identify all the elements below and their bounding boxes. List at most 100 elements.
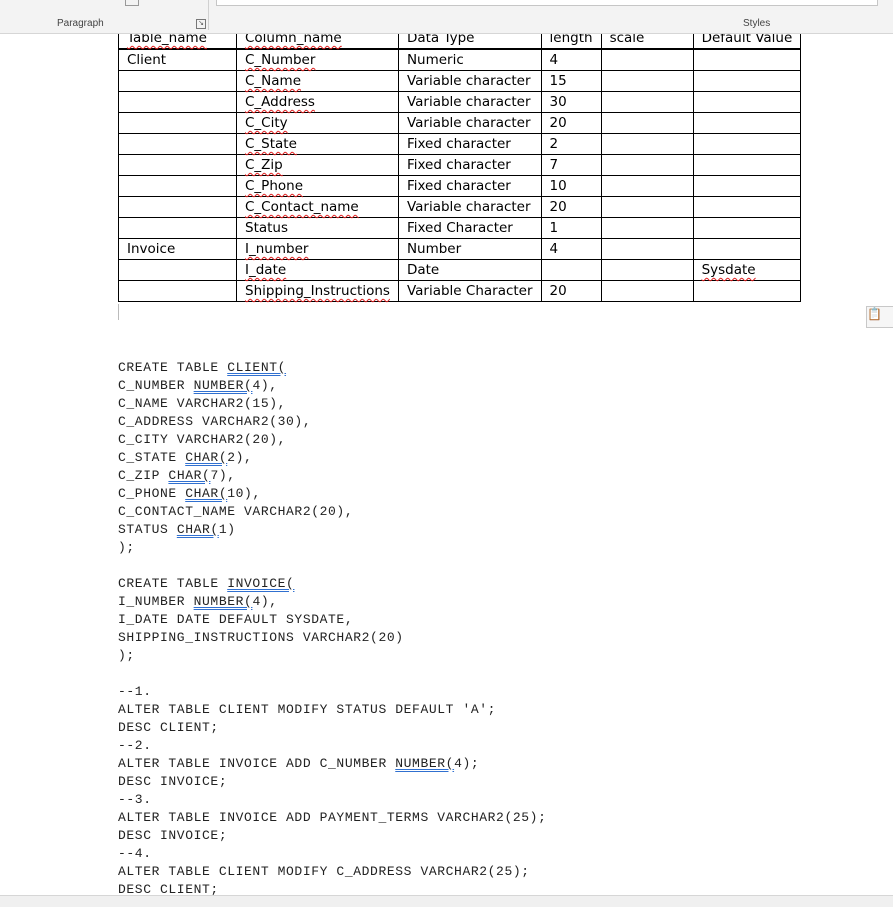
- styles-gallery[interactable]: [216, 0, 878, 6]
- table-cell[interactable]: [600, 238, 694, 260]
- table-cell[interactable]: Variable character: [397, 112, 542, 134]
- table-cell[interactable]: [692, 112, 802, 134]
- table-cell[interactable]: [118, 91, 237, 113]
- table-cell[interactable]: Number: [397, 238, 542, 260]
- table-cell[interactable]: [692, 133, 802, 155]
- table-cell[interactable]: [600, 70, 694, 92]
- table-cell[interactable]: Sysdate: [692, 259, 802, 281]
- table-cell[interactable]: [692, 238, 802, 260]
- table-cell[interactable]: 2: [540, 133, 602, 155]
- table-cell[interactable]: I_number: [236, 238, 399, 260]
- table-cell[interactable]: Variable character: [397, 70, 542, 92]
- table-cell[interactable]: [118, 154, 237, 176]
- table-cell[interactable]: [600, 217, 694, 239]
- table-cell[interactable]: 4: [540, 238, 602, 260]
- table-cell[interactable]: 1: [540, 217, 602, 239]
- table-cell[interactable]: C_Phone: [236, 175, 399, 197]
- code-token: DESC INVOICE;: [118, 774, 228, 789]
- table-cell[interactable]: [600, 280, 694, 302]
- table-cell[interactable]: [118, 196, 237, 218]
- table-end-marker: [118, 304, 119, 320]
- table-cell[interactable]: C_Address: [236, 91, 399, 113]
- cell-text: Numeric: [406, 52, 464, 68]
- ribbon: Paragraph ↘ Styles: [0, 0, 893, 34]
- cell-text: Fixed character: [406, 157, 511, 173]
- table-cell[interactable]: [600, 91, 694, 113]
- table-cell[interactable]: 15: [540, 70, 602, 92]
- table-cell[interactable]: Fixed Character: [397, 217, 542, 239]
- table-cell[interactable]: 7: [540, 154, 602, 176]
- table-cell[interactable]: Numeric: [397, 48, 542, 71]
- table-cell[interactable]: C_Number: [236, 48, 399, 71]
- table-cell[interactable]: 20: [540, 280, 602, 302]
- table-cell[interactable]: Invoice: [118, 238, 237, 260]
- table-cell[interactable]: [692, 280, 802, 302]
- table-cell[interactable]: [692, 48, 802, 71]
- table-cell[interactable]: [118, 175, 237, 197]
- cell-text: 10: [549, 178, 567, 194]
- code-token: 4),: [252, 594, 278, 609]
- table-cell[interactable]: Fixed character: [397, 133, 542, 155]
- paste-options-icon[interactable]: 📋: [866, 306, 893, 328]
- code-token: ALTER TABLE CLIENT MODIFY C_ADDRESS VARC…: [118, 864, 530, 879]
- cell-text: 2: [549, 136, 559, 152]
- code-token: DESC CLIENT;: [118, 720, 219, 735]
- table-cell[interactable]: 30: [540, 91, 602, 113]
- table-cell[interactable]: C_State: [236, 133, 399, 155]
- table-cell[interactable]: Fixed character: [397, 175, 542, 197]
- code-token: CHAR(: [185, 450, 228, 465]
- table-cell[interactable]: [540, 259, 602, 281]
- table-cell[interactable]: [692, 175, 802, 197]
- code-token: 4),: [252, 378, 278, 393]
- table-cell[interactable]: [600, 48, 694, 71]
- table-cell[interactable]: [692, 196, 802, 218]
- table-cell[interactable]: [118, 112, 237, 134]
- table-cell[interactable]: [118, 70, 237, 92]
- table-cell[interactable]: C_Contact_name: [236, 196, 399, 218]
- table-cell[interactable]: C_Name: [236, 70, 399, 92]
- code-token: 1): [218, 522, 236, 537]
- paragraph-dialog-launcher-icon[interactable]: ↘: [196, 19, 206, 29]
- table-cell[interactable]: [118, 217, 237, 239]
- code-line: C_NUMBER NUMBER(4),: [118, 377, 546, 395]
- table-cell[interactable]: [118, 280, 237, 302]
- table-cell[interactable]: 20: [540, 196, 602, 218]
- table-cell[interactable]: I_date: [236, 259, 399, 281]
- table-cell[interactable]: Variable character: [397, 91, 542, 113]
- table-cell[interactable]: [118, 259, 237, 281]
- table-cell[interactable]: [600, 175, 694, 197]
- table-cell[interactable]: C_City: [236, 112, 399, 134]
- table-cell[interactable]: Shipping_Instructions: [236, 280, 399, 302]
- table-cell[interactable]: [600, 112, 694, 134]
- table-cell[interactable]: Fixed character: [397, 154, 542, 176]
- code-token: C_CITY VARCHAR2(20),: [118, 432, 287, 447]
- table-cell[interactable]: Status: [236, 217, 399, 239]
- code-line: );: [118, 647, 546, 665]
- table-cell[interactable]: [600, 259, 694, 281]
- cell-text: Shipping_Instructions: [245, 283, 390, 299]
- table-cell[interactable]: [118, 133, 237, 155]
- table-cell[interactable]: 4: [540, 48, 602, 71]
- table-cell[interactable]: [692, 91, 802, 113]
- ribbon-button[interactable]: [125, 0, 139, 6]
- table-cell[interactable]: Client: [118, 48, 237, 71]
- table-cell[interactable]: [600, 196, 694, 218]
- cell-text: 20: [549, 199, 567, 215]
- table-cell[interactable]: Variable character: [397, 196, 542, 218]
- cell-text: Variable character: [406, 94, 531, 110]
- table-cell[interactable]: 10: [540, 175, 602, 197]
- table-cell[interactable]: 20: [540, 112, 602, 134]
- code-line: C_CONTACT_NAME VARCHAR2(20),: [118, 503, 546, 521]
- table-cell[interactable]: [692, 70, 802, 92]
- code-token: --4.: [118, 846, 152, 861]
- cell-text: Sysdate: [701, 262, 756, 278]
- cell-text: 4: [549, 241, 559, 257]
- table-cell[interactable]: Variable Character: [397, 280, 542, 302]
- table-cell[interactable]: [692, 217, 802, 239]
- table-cell[interactable]: Date: [397, 259, 542, 281]
- cell-text: 7: [549, 157, 559, 173]
- table-cell[interactable]: [600, 154, 694, 176]
- table-cell[interactable]: [692, 154, 802, 176]
- table-cell[interactable]: C_Zip: [236, 154, 399, 176]
- table-cell[interactable]: [600, 133, 694, 155]
